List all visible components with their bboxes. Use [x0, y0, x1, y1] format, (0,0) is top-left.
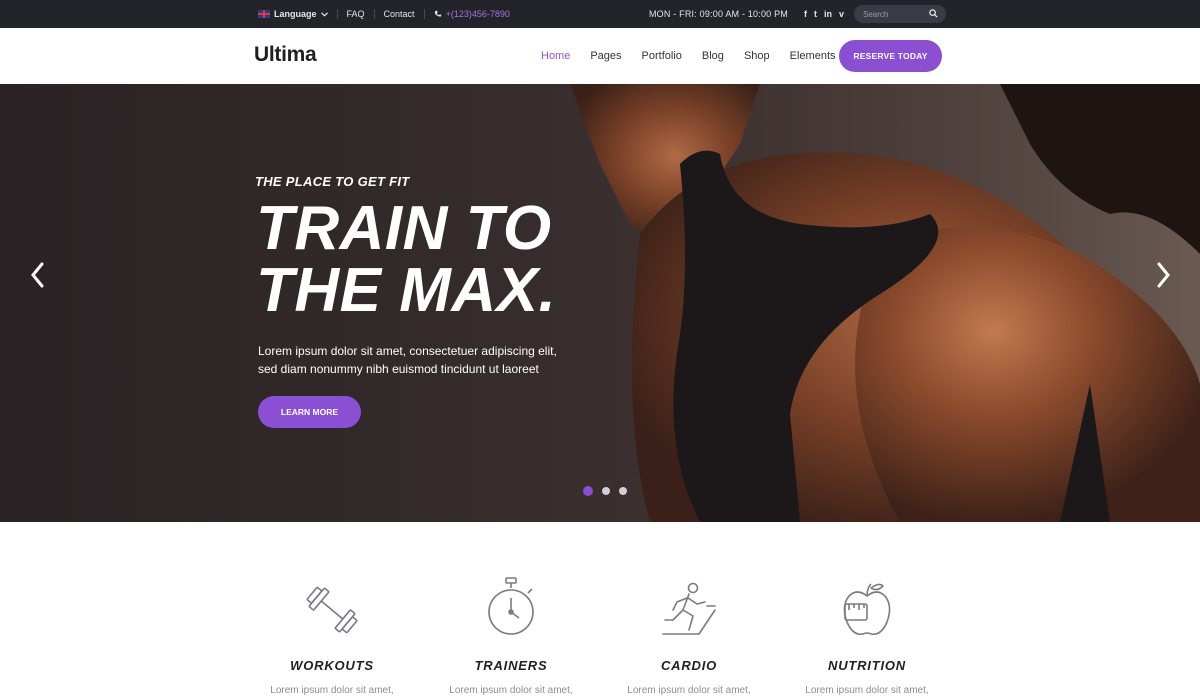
feature-nutrition[interactable]: NUTRITION Lorem ipsum dolor sit amet, — [787, 580, 947, 696]
feature-trainers[interactable]: TRAINERS Lorem ipsum dolor sit amet, — [431, 577, 591, 696]
runner-icon — [662, 582, 716, 635]
dumbbell-icon — [306, 586, 358, 634]
top-bar-right: MON - FRI: 09:00 AM - 10:00 PM f t in v — [649, 0, 946, 28]
uk-flag-icon — [258, 10, 270, 18]
hero-athlete-image — [570, 84, 1200, 522]
hero-headline: TRAIN TO THE MAX. — [256, 198, 556, 322]
main-nav: Home Pages Portfolio Blog Shop Elements — [541, 28, 856, 84]
hero-description: Lorem ipsum dolor sit amet, consectetuer… — [258, 342, 598, 378]
divider — [423, 9, 425, 19]
feature-cardio[interactable]: CARDIO Lorem ipsum dolor sit amet, — [609, 580, 769, 696]
reserve-today-button[interactable]: RESERVE TODAY — [839, 40, 942, 72]
contact-link[interactable]: Contact — [384, 9, 415, 19]
feature-text: Lorem ipsum dolor sit amet, — [449, 685, 573, 696]
top-bar: Language FAQ Contact +(123)456-7890 MON … — [0, 0, 1200, 28]
feature-title: NUTRITION — [828, 658, 906, 673]
hero-headline-line-1: TRAIN TO — [256, 194, 552, 263]
facebook-icon[interactable]: f — [804, 9, 807, 19]
nav-item-home[interactable]: Home — [541, 50, 570, 62]
slide-dot-3[interactable] — [619, 487, 627, 495]
phone-link[interactable]: +(123)456-7890 — [434, 9, 510, 19]
vimeo-icon[interactable]: v — [839, 9, 844, 19]
nav-item-elements[interactable]: Elements — [790, 50, 836, 62]
nav-item-portfolio[interactable]: Portfolio — [642, 50, 682, 62]
nav-item-pages[interactable]: Pages — [590, 50, 621, 62]
opening-hours: MON - FRI: 09:00 AM - 10:00 PM — [648, 9, 788, 19]
learn-more-button[interactable]: LEARN MORE — [258, 396, 361, 428]
hero-description-line-2: sed diam nonummy nibh euismod tincidunt … — [258, 362, 539, 376]
hero-slider: THE PLACE TO GET FIT TRAIN TO THE MAX. L… — [0, 84, 1200, 522]
hero-description-line-1: Lorem ipsum dolor sit amet, consectetuer… — [258, 344, 557, 358]
linkedin-icon[interactable]: in — [824, 9, 832, 19]
language-label: Language — [274, 9, 317, 19]
hero-headline-line-2: THE MAX. — [256, 256, 557, 325]
faq-link[interactable]: FAQ — [347, 9, 365, 19]
search-box — [854, 5, 946, 23]
feature-title: WORKOUTS — [290, 658, 374, 673]
divider — [336, 9, 338, 19]
feature-text: Lorem ipsum dolor sit amet, — [805, 685, 929, 696]
feature-title: CARDIO — [660, 658, 718, 673]
chevron-down-icon — [320, 11, 328, 17]
feature-workouts[interactable]: WORKOUTS Lorem ipsum dolor sit amet, — [252, 580, 412, 696]
feature-text: Lorem ipsum dolor sit amet, — [270, 685, 394, 696]
chevron-right-icon[interactable] — [1153, 260, 1173, 290]
nav-item-shop[interactable]: Shop — [744, 50, 770, 62]
chevron-left-icon[interactable] — [28, 260, 48, 290]
slider-pagination — [583, 486, 627, 496]
twitter-icon[interactable]: t — [814, 9, 817, 19]
phone-number: +(123)456-7890 — [445, 9, 510, 19]
divider — [373, 9, 375, 19]
top-bar-left: Language FAQ Contact +(123)456-7890 — [258, 0, 510, 28]
feature-text: Lorem ipsum dolor sit amet, — [627, 685, 751, 696]
hero-eyebrow: THE PLACE TO GET FIT — [255, 174, 410, 189]
features-section: WORKOUTS Lorem ipsum dolor sit amet, TRA… — [0, 522, 1200, 700]
apple-icon — [843, 583, 891, 636]
search-icon[interactable] — [929, 9, 938, 18]
stopwatch-icon — [488, 577, 534, 635]
site-logo[interactable]: Ultima — [254, 43, 317, 67]
language-selector[interactable]: Language — [258, 9, 328, 19]
phone-icon — [434, 10, 441, 17]
feature-title: TRAINERS — [474, 658, 548, 673]
slide-dot-2[interactable] — [602, 487, 610, 495]
slide-dot-1[interactable] — [583, 486, 593, 496]
main-header: Ultima Home Pages Portfolio Blog Shop El… — [0, 28, 1200, 84]
social-links: f t in v — [804, 9, 844, 19]
nav-item-blog[interactable]: Blog — [702, 50, 724, 62]
